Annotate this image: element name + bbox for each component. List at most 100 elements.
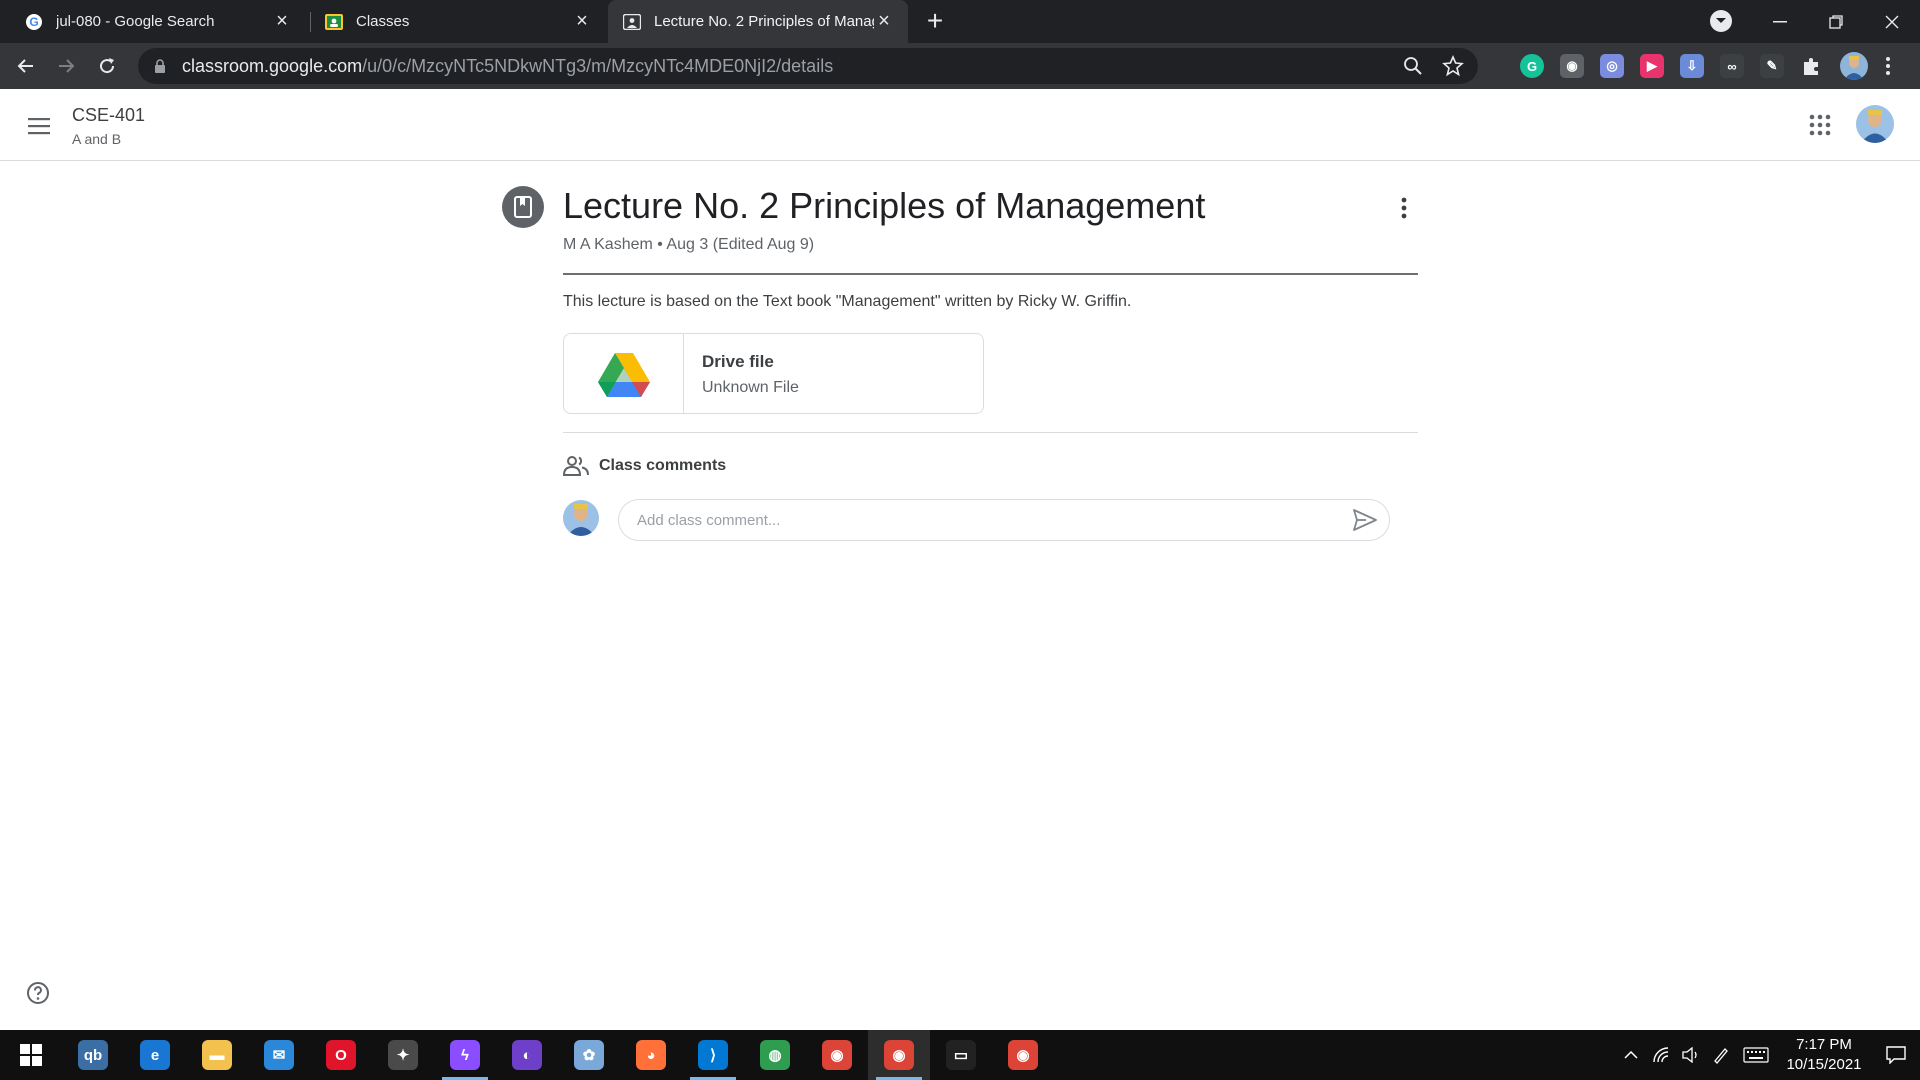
material-meta: M A Kashem • Aug 3 (Edited Aug 9) (563, 236, 815, 253)
send-icon[interactable] (1352, 508, 1378, 532)
lock-icon (155, 59, 165, 73)
drive-file-attachment[interactable]: Drive file Unknown File (563, 333, 984, 414)
start-button[interactable] (0, 1030, 62, 1080)
paint-icon: ✿ (574, 1040, 604, 1070)
keyboard-icon[interactable] (1736, 1030, 1776, 1080)
chevron-up-icon[interactable] (1616, 1030, 1646, 1080)
terminal-icon: ▭ (946, 1040, 976, 1070)
network-icon[interactable] (1646, 1030, 1676, 1080)
notification-center-button[interactable] (1872, 1030, 1920, 1080)
zoom-icon[interactable] (1402, 55, 1424, 77)
browser-tab-strip: G jul-080 - Google Search × Classes × Le… (0, 0, 1920, 43)
profile-avatar[interactable] (1840, 52, 1868, 80)
file-explorer-icon: ▬ (202, 1040, 232, 1070)
attachment-type: Unknown File (702, 379, 799, 396)
globe-app-icon: ◍ (760, 1040, 790, 1070)
new-tab-button[interactable]: + (920, 5, 950, 36)
reload-button[interactable] (91, 50, 123, 82)
download-icon[interactable]: ⇩ (1680, 54, 1704, 78)
tab-search-button[interactable] (1710, 10, 1732, 32)
material-description: This lecture is based on the Text book "… (563, 293, 1132, 310)
taskbar-app[interactable]: ✦ (372, 1030, 434, 1080)
taskbar-app[interactable]: O (310, 1030, 372, 1080)
github-icon: ◐ (512, 1040, 542, 1070)
taskbar-app[interactable]: ✿ (558, 1030, 620, 1080)
extensions-row: G ◉ ◎ ▶ ⇩ ∞ ✎ (1520, 52, 1892, 80)
menu-icon[interactable] (24, 111, 54, 141)
taskbar-app[interactable]: ◐ (496, 1030, 558, 1080)
taskbar-app[interactable]: qb (62, 1030, 124, 1080)
pen-extension-icon[interactable]: ✎ (1760, 54, 1784, 78)
account-avatar[interactable] (1856, 105, 1894, 143)
window-controls (1752, 0, 1920, 43)
notification-icon (1886, 1046, 1906, 1064)
mail-icon: ✉ (264, 1040, 294, 1070)
loop-extension-icon[interactable]: ∞ (1720, 54, 1744, 78)
puzzle-extensions-icon[interactable] (1800, 54, 1824, 78)
add-class-comment-input[interactable] (618, 499, 1390, 541)
windows-logo-icon (20, 1044, 42, 1066)
extension-eye-icon[interactable]: ◎ (1600, 54, 1624, 78)
clock-time: 7:17 PM (1796, 1036, 1852, 1053)
more-vert-icon[interactable] (1392, 194, 1416, 222)
close-window-button[interactable] (1864, 0, 1920, 43)
taskbar-app[interactable]: ◉ (992, 1030, 1054, 1080)
clock-date: 10/15/2021 (1786, 1056, 1862, 1073)
restore-button[interactable] (1808, 0, 1864, 43)
tab-title: Classes (356, 13, 410, 30)
bookmark-star-icon[interactable] (1442, 55, 1464, 77)
windows-taskbar: qb e ▬ ✉ O ✦ ϟ ◐ ✿ ◕ ⟩ ◍ ◉ ◉ ▭ ◉ 7:17 PM 10/15/2021 (0, 1030, 1920, 1080)
page-title: Lecture No. 2 Principles of Management (563, 185, 1206, 226)
tab-title: jul-080 - Google Search (56, 13, 215, 30)
people-icon (563, 456, 589, 476)
taskbar-app[interactable]: ◉ (806, 1030, 868, 1080)
arrow-right-icon (59, 59, 75, 73)
tab-google-search[interactable]: G jul-080 - Google Search × (10, 0, 306, 43)
opera-icon: O (326, 1040, 356, 1070)
svg-text:G: G (29, 15, 38, 29)
google-apps-icon[interactable] (1808, 113, 1832, 137)
taskbar-app[interactable]: e (124, 1030, 186, 1080)
chrome-dev-icon: ◉ (1008, 1040, 1038, 1070)
class-comments-header: Class comments (563, 455, 726, 477)
minimize-button[interactable] (1752, 0, 1808, 43)
vscode-icon: ⟩ (698, 1040, 728, 1070)
classroom-header: CSE-401 A and B (0, 89, 1920, 161)
help-icon[interactable] (26, 981, 50, 1005)
classroom-icon (324, 12, 344, 32)
taskbar-app[interactable]: ◍ (744, 1030, 806, 1080)
messenger-icon: ϟ (450, 1040, 480, 1070)
pen-workspace-icon[interactable] (1706, 1030, 1736, 1080)
forward-button[interactable] (50, 50, 82, 82)
address-bar[interactable]: classroom.google.com/u/0/c/MzcyNTc5NDkwN… (138, 48, 1478, 84)
close-icon[interactable]: × (572, 10, 592, 32)
attachment-name: Drive file (702, 352, 774, 371)
taskbar-app[interactable]: ⟩ (682, 1030, 744, 1080)
title-divider (563, 273, 1418, 275)
attachment-thumbnail (564, 334, 684, 413)
back-button[interactable] (10, 50, 42, 82)
taskbar-app[interactable]: ✉ (248, 1030, 310, 1080)
commenter-avatar (563, 500, 599, 536)
grammarly-icon[interactable]: G (1520, 54, 1544, 78)
taskbar-app[interactable]: ▬ (186, 1030, 248, 1080)
close-icon[interactable]: × (272, 10, 292, 32)
taskbar-clock[interactable]: 7:17 PM 10/15/2021 (1776, 1035, 1872, 1075)
taskbar-app[interactable]: ▭ (930, 1030, 992, 1080)
class-name[interactable]: CSE-401 (72, 105, 145, 126)
taskbar-app[interactable]: ◕ (620, 1030, 682, 1080)
book-icon (514, 196, 532, 218)
close-icon[interactable]: × (874, 10, 894, 32)
tab-classes[interactable]: Classes × (310, 0, 606, 43)
chrome-icon: ◉ (822, 1040, 852, 1070)
browser-toolbar: classroom.google.com/u/0/c/MzcyNTc5NDkwN… (0, 43, 1920, 89)
taskbar-app[interactable]: ◉ (868, 1030, 930, 1080)
play-extension-icon[interactable]: ▶ (1640, 54, 1664, 78)
taskbar-app[interactable]: ϟ (434, 1030, 496, 1080)
chrome-menu-icon[interactable] (1884, 55, 1892, 77)
tab-lecture-active[interactable]: Lecture No. 2 Principles of Management × (608, 0, 908, 43)
volume-icon[interactable] (1676, 1030, 1706, 1080)
camera-icon[interactable]: ◉ (1560, 54, 1584, 78)
chevron-down-icon (1716, 18, 1726, 23)
firefox-icon: ◕ (636, 1040, 666, 1070)
